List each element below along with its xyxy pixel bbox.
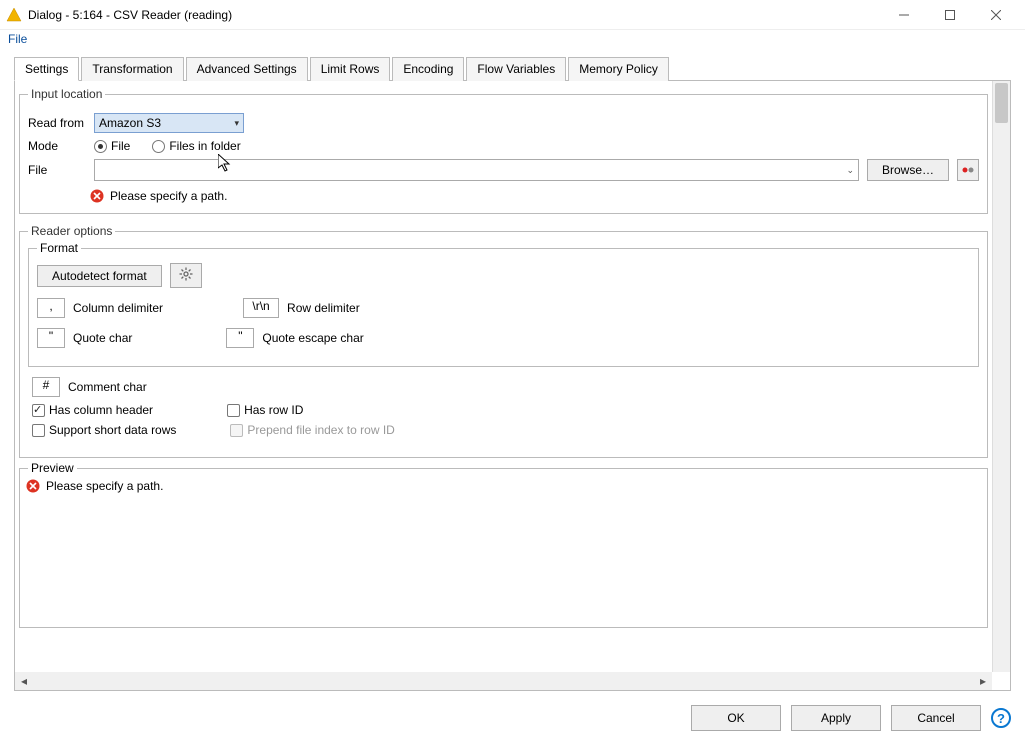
scroll-left-icon[interactable]: ◂ (15, 672, 33, 690)
maximize-button[interactable] (927, 0, 973, 30)
vertical-scrollbar[interactable] (992, 81, 1010, 672)
reader-options-group: Reader options Format Autodetect format … (19, 224, 988, 458)
quote-char-label: Quote char (73, 331, 132, 345)
checkbox-icon (230, 424, 243, 437)
read-from-label: Read from (28, 116, 86, 130)
has-column-header-label: Has column header (49, 403, 153, 417)
tab-flow-variables[interactable]: Flow Variables (466, 57, 566, 81)
ok-button[interactable]: OK (691, 705, 781, 731)
has-row-id-check[interactable]: Has row ID (227, 403, 303, 417)
horizontal-scrollbar[interactable]: ◂ ▸ (15, 672, 992, 690)
has-column-header-check[interactable]: Has column header (32, 403, 153, 417)
cancel-button[interactable]: Cancel (891, 705, 981, 731)
window-title: Dialog - 5:164 - CSV Reader (reading) (28, 8, 232, 22)
minimize-button[interactable] (881, 0, 927, 30)
format-group: Format Autodetect format , Column delimi… (28, 248, 979, 367)
autodetect-settings-button[interactable] (170, 263, 202, 288)
prepend-index-label: Prepend file index to row ID (247, 423, 394, 437)
preview-group: Preview Please specify a path. (19, 468, 988, 628)
preview-legend: Preview (28, 461, 77, 475)
close-button[interactable] (973, 0, 1019, 30)
column-delimiter-input[interactable]: , (37, 298, 65, 318)
tab-memory-policy[interactable]: Memory Policy (568, 57, 669, 81)
format-legend: Format (37, 241, 81, 255)
radio-icon (94, 140, 107, 153)
quote-escape-label: Quote escape char (262, 331, 363, 345)
menu-file[interactable]: File (8, 32, 27, 46)
column-delimiter-label: Column delimiter (73, 301, 163, 315)
comment-char-label: Comment char (68, 380, 147, 394)
reader-options-legend: Reader options (28, 224, 115, 238)
input-location-group: Input location Read from Amazon S3 ▾ Mod… (19, 87, 988, 214)
input-location-legend: Input location (28, 87, 105, 101)
mode-file-radio[interactable]: File (94, 139, 130, 153)
has-row-id-label: Has row ID (244, 403, 303, 417)
tab-settings[interactable]: Settings (14, 57, 79, 81)
scrollbar-thumb[interactable] (995, 83, 1008, 123)
chevron-down-icon: ⌄ (846, 165, 854, 176)
quote-char-input[interactable]: " (37, 328, 65, 348)
row-delimiter-input[interactable]: \r\n (243, 298, 279, 318)
tab-encoding[interactable]: Encoding (392, 57, 464, 81)
error-icon (26, 479, 40, 493)
dialog-footer: OK Apply Cancel ? (691, 705, 1011, 731)
mode-folder-label: Files in folder (169, 139, 240, 153)
read-from-select[interactable]: Amazon S3 ▾ (94, 113, 244, 133)
app-icon (6, 7, 22, 23)
tab-transformation[interactable]: Transformation (81, 57, 183, 81)
help-button[interactable]: ? (991, 708, 1011, 728)
prepend-index-check: Prepend file index to row ID (230, 423, 394, 437)
preview-error-text: Please specify a path. (46, 479, 163, 493)
tab-advanced-settings[interactable]: Advanced Settings (186, 57, 308, 81)
chevron-down-icon: ▾ (234, 118, 239, 129)
apply-button[interactable]: Apply (791, 705, 881, 731)
content-area: Input location Read from Amazon S3 ▾ Mod… (14, 81, 1011, 691)
menubar: File (0, 30, 1025, 50)
autodetect-button[interactable]: Autodetect format (37, 265, 162, 287)
browse-button[interactable]: Browse… (867, 159, 949, 181)
read-from-value: Amazon S3 (99, 116, 161, 130)
comment-char-input[interactable]: # (32, 377, 60, 397)
tabs: Settings Transformation Advanced Setting… (14, 56, 1011, 81)
quote-escape-input[interactable]: " (226, 328, 254, 348)
scroll-right-icon[interactable]: ▸ (974, 672, 992, 690)
flow-variable-button[interactable] (957, 159, 979, 181)
mode-file-label: File (111, 139, 130, 153)
file-error-text: Please specify a path. (110, 189, 227, 203)
file-label: File (28, 163, 86, 177)
support-short-rows-label: Support short data rows (49, 423, 176, 437)
tab-limit-rows[interactable]: Limit Rows (310, 57, 391, 81)
mode-label: Mode (28, 139, 86, 153)
error-icon (90, 189, 104, 203)
radio-icon (152, 140, 165, 153)
checkbox-icon (32, 404, 45, 417)
gear-icon (179, 270, 193, 284)
mode-folder-radio[interactable]: Files in folder (152, 139, 240, 153)
checkbox-icon (32, 424, 45, 437)
row-delimiter-label: Row delimiter (287, 301, 360, 315)
titlebar: Dialog - 5:164 - CSV Reader (reading) (0, 0, 1025, 30)
support-short-rows-check[interactable]: Support short data rows (32, 423, 176, 437)
file-path-input[interactable]: ⌄ (94, 159, 859, 181)
checkbox-icon (227, 404, 240, 417)
